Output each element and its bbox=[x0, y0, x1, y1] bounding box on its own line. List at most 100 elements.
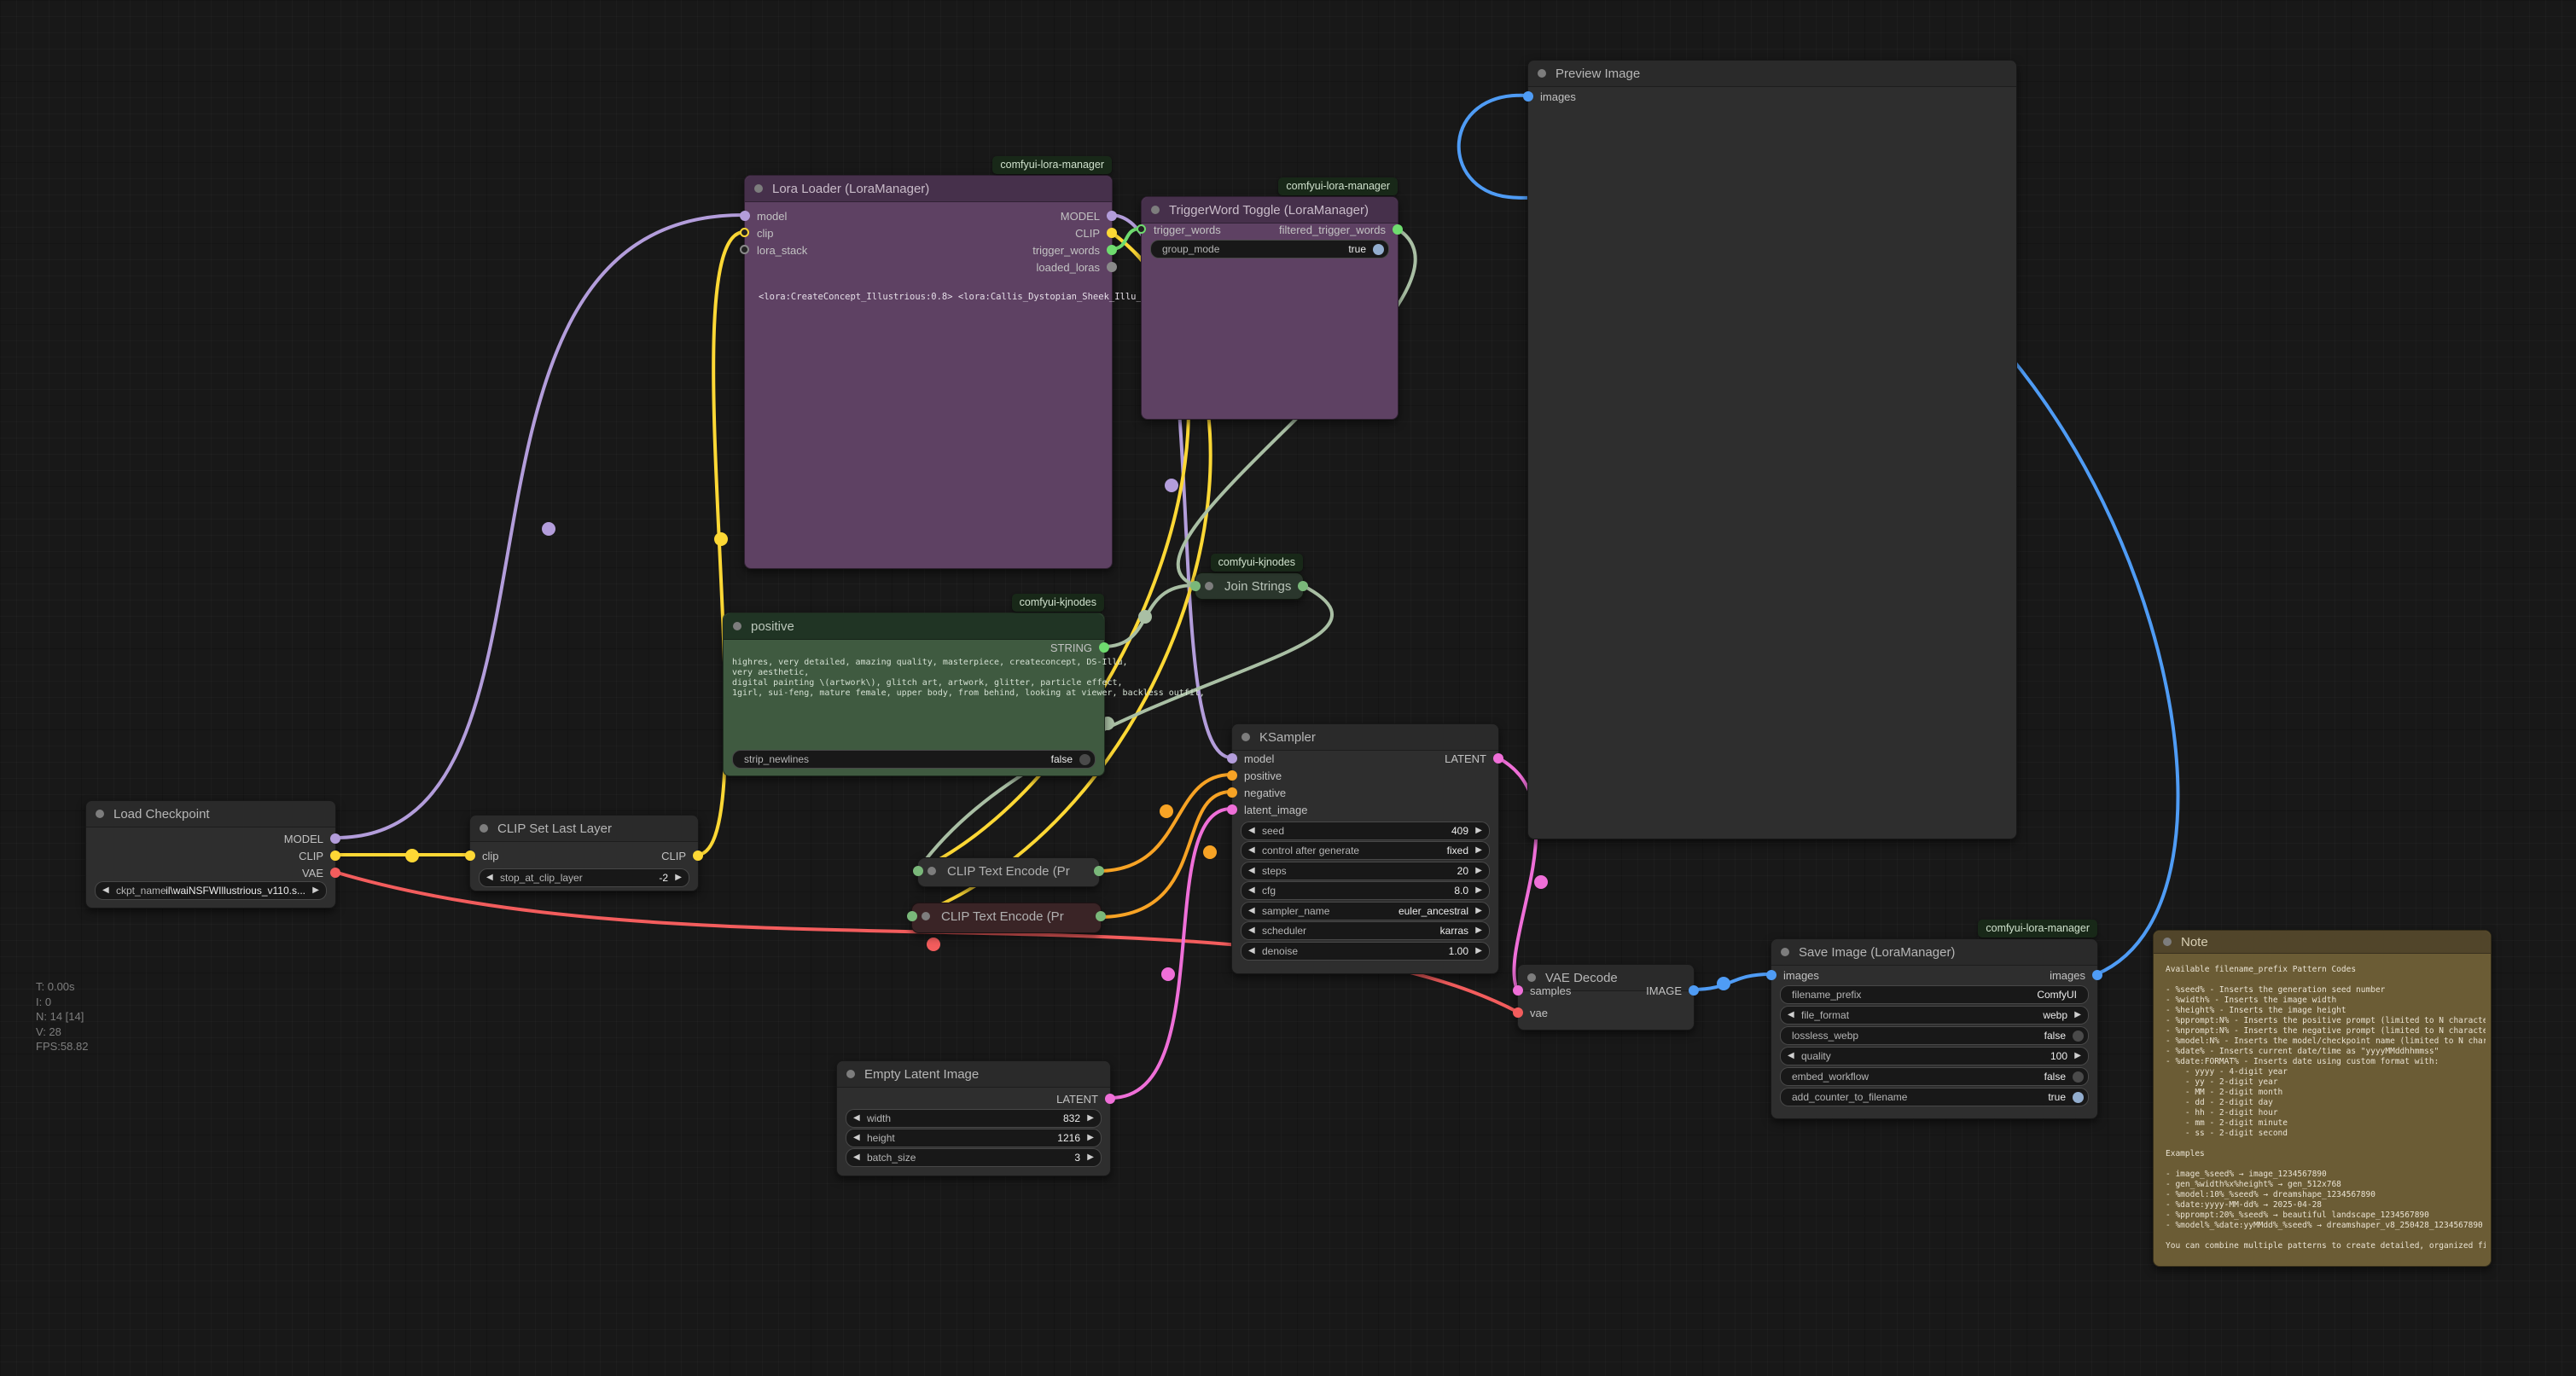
widget-height[interactable]: ◀▶height1216 bbox=[846, 1129, 1102, 1147]
reroute-dot-encode-neg-to-ksampler[interactable] bbox=[1203, 845, 1217, 859]
output-dot-vae[interactable] bbox=[330, 868, 340, 878]
collapse-dot[interactable] bbox=[1538, 69, 1546, 78]
combo-left-arrow-icon[interactable]: ◀ bbox=[1248, 845, 1255, 855]
input-dot-vae[interactable] bbox=[1513, 1007, 1523, 1018]
widget-batch-size[interactable]: ◀▶batch_size3 bbox=[846, 1148, 1102, 1167]
combo-right-arrow-icon[interactable]: ▶ bbox=[1087, 1113, 1094, 1123]
combo-right-arrow-icon[interactable]: ▶ bbox=[312, 885, 319, 895]
output-dot-model[interactable] bbox=[330, 833, 340, 844]
combo-left-arrow-icon[interactable]: ◀ bbox=[853, 1113, 860, 1123]
combo-right-arrow-icon[interactable]: ▶ bbox=[1475, 885, 1482, 895]
reroute-dot-encode-pos-to-ksampler[interactable] bbox=[1160, 804, 1173, 818]
node-header-clip-set-last-layer[interactable]: CLIP Set Last Layer bbox=[470, 816, 698, 842]
collapse-dot[interactable] bbox=[2163, 938, 2172, 946]
combo-right-arrow-icon[interactable]: ▶ bbox=[1475, 866, 1482, 875]
collapsed-input-dot[interactable] bbox=[913, 866, 923, 876]
collapse-dot[interactable] bbox=[846, 1070, 855, 1078]
combo-left-arrow-icon[interactable]: ◀ bbox=[853, 1133, 860, 1142]
toggle-knob[interactable] bbox=[1373, 244, 1384, 255]
output-dot-images[interactable] bbox=[2092, 970, 2102, 980]
combo-left-arrow-icon[interactable]: ◀ bbox=[102, 885, 109, 895]
combo-right-arrow-icon[interactable]: ▶ bbox=[2074, 1051, 2081, 1060]
collapse-dot[interactable] bbox=[922, 912, 930, 920]
node-header-ksampler[interactable]: KSampler bbox=[1232, 724, 1498, 751]
widget-cfg[interactable]: ◀▶cfg8.0 bbox=[1241, 881, 1490, 900]
combo-left-arrow-icon[interactable]: ◀ bbox=[486, 873, 493, 882]
input-dot-trigger-words[interactable] bbox=[1137, 224, 1146, 234]
node-save-image[interactable]: comfyui-lora-managerSave Image (LoraMana… bbox=[1771, 938, 2098, 1119]
widget-seed[interactable]: ◀▶seed409 bbox=[1241, 822, 1490, 840]
input-dot-images[interactable] bbox=[1766, 970, 1776, 980]
combo-left-arrow-icon[interactable]: ◀ bbox=[1248, 826, 1255, 835]
widget-ckpt-name[interactable]: ◀▶ckpt_nameil\waiNSFWIllustrious_v110.s.… bbox=[95, 881, 327, 900]
toggle-knob[interactable] bbox=[2073, 1031, 2084, 1042]
node-clip-set-last-layer[interactable]: CLIP Set Last LayerclipCLIP◀▶stop_at_cli… bbox=[469, 815, 699, 891]
reroute-dot-latent-to-ksampler[interactable] bbox=[1161, 967, 1175, 981]
node-vae-decode[interactable]: VAE DecodesamplesvaeIMAGE bbox=[1517, 964, 1695, 1031]
node-header-positive-prompt[interactable]: positive bbox=[724, 613, 1104, 640]
input-dot-clip[interactable] bbox=[465, 851, 475, 861]
node-header-preview-image[interactable]: Preview Image bbox=[1528, 61, 2016, 87]
widget-steps[interactable]: ◀▶steps20 bbox=[1241, 862, 1490, 880]
widget-file-format[interactable]: ◀▶file_formatwebp bbox=[1780, 1006, 2089, 1025]
collapsed-output-dot[interactable] bbox=[1096, 911, 1106, 921]
combo-right-arrow-icon[interactable]: ▶ bbox=[1087, 1152, 1094, 1162]
node-header-triggerword-toggle[interactable]: TriggerWord Toggle (LoraManager) bbox=[1142, 197, 1398, 224]
collapse-dot[interactable] bbox=[1151, 206, 1160, 214]
widget-scheduler[interactable]: ◀▶schedulerkarras bbox=[1241, 921, 1490, 940]
node-header-save-image[interactable]: Save Image (LoraManager) bbox=[1771, 939, 2097, 966]
output-dot-model[interactable] bbox=[1107, 211, 1117, 221]
widget-embed-workflow[interactable]: embed_workflowfalse bbox=[1780, 1067, 2089, 1086]
combo-right-arrow-icon[interactable]: ▶ bbox=[1475, 926, 1482, 935]
combo-left-arrow-icon[interactable]: ◀ bbox=[1248, 926, 1255, 935]
widget-control-after-generate[interactable]: ◀▶control after generatefixed bbox=[1241, 841, 1490, 860]
widget-quality[interactable]: ◀▶quality100 bbox=[1780, 1047, 2089, 1065]
output-dot-latent[interactable] bbox=[1493, 753, 1503, 763]
combo-right-arrow-icon[interactable]: ▶ bbox=[1475, 906, 1482, 915]
node-note[interactable]: Note Available filename_prefix Pattern Co… bbox=[2153, 930, 2492, 1267]
widget-add-counter-to-filename[interactable]: add_counter_to_filenametrue bbox=[1780, 1088, 2089, 1106]
collapsed-input-dot[interactable] bbox=[907, 911, 917, 921]
combo-left-arrow-icon[interactable]: ◀ bbox=[1248, 885, 1255, 895]
widget-denoise[interactable]: ◀▶denoise1.00 bbox=[1241, 942, 1490, 961]
node-join-strings[interactable]: comfyui-kjnodesJoin Strings bbox=[1195, 572, 1304, 600]
node-ksampler[interactable]: KSamplermodelpositivenegativelatent_imag… bbox=[1231, 723, 1499, 974]
widget-stop-at-clip-layer[interactable]: ◀▶stop_at_clip_layer-2 bbox=[479, 868, 689, 887]
widget-strip-newlines[interactable]: strip_newlinesfalse bbox=[732, 750, 1096, 769]
positive-prompt-text[interactable]: highres, very detailed, amazing quality,… bbox=[732, 658, 1205, 699]
collapse-dot[interactable] bbox=[480, 824, 488, 833]
input-dot-model[interactable] bbox=[1227, 753, 1237, 763]
node-empty-latent-image[interactable]: Empty Latent ImageLATENT◀▶width832◀▶heig… bbox=[836, 1060, 1111, 1176]
lora-loader-text[interactable]: <lora:CreateConcept_Illustrious:0.8> <lo… bbox=[759, 291, 1207, 303]
reroute-dot-positive-string-to-joinstrings[interactable] bbox=[1138, 610, 1152, 624]
reroute-dot-clipset-to-lora-clip[interactable] bbox=[714, 532, 728, 546]
toggle-knob[interactable] bbox=[2073, 1071, 2084, 1083]
input-dot-model[interactable] bbox=[740, 211, 750, 221]
widget-sampler-name[interactable]: ◀▶sampler_nameeuler_ancestral bbox=[1241, 902, 1490, 920]
toggle-knob[interactable] bbox=[2073, 1092, 2084, 1103]
combo-left-arrow-icon[interactable]: ◀ bbox=[1248, 906, 1255, 915]
collapse-dot[interactable] bbox=[1205, 582, 1213, 590]
note-text[interactable]: Available filename_prefix Pattern Codes … bbox=[2166, 965, 2486, 1261]
node-header-note[interactable]: Note bbox=[2154, 931, 2491, 954]
reroute-dot-ckpt-clip-to-clipset[interactable] bbox=[405, 849, 419, 862]
input-dot-latent-image[interactable] bbox=[1227, 804, 1237, 815]
node-header-empty-latent-image[interactable]: Empty Latent Image bbox=[837, 1061, 1110, 1088]
combo-right-arrow-icon[interactable]: ▶ bbox=[1475, 826, 1482, 835]
input-dot-negative[interactable] bbox=[1227, 787, 1237, 798]
combo-left-arrow-icon[interactable]: ◀ bbox=[1788, 1010, 1794, 1019]
input-dot-images[interactable] bbox=[1523, 91, 1533, 102]
widget-filename-prefix[interactable]: filename_prefixComfyUI bbox=[1780, 985, 2089, 1004]
output-dot-latent[interactable] bbox=[1105, 1094, 1115, 1104]
combo-left-arrow-icon[interactable]: ◀ bbox=[1788, 1051, 1794, 1060]
combo-right-arrow-icon[interactable]: ▶ bbox=[1087, 1133, 1094, 1142]
collapse-dot[interactable] bbox=[927, 867, 936, 875]
output-dot-trigger-words[interactable] bbox=[1107, 245, 1117, 255]
comfyui-canvas[interactable]: Load CheckpointMODELCLIPVAE◀▶ckpt_nameil… bbox=[0, 0, 2576, 1376]
collapse-dot[interactable] bbox=[1241, 733, 1250, 741]
collapsed-input-dot[interactable] bbox=[1190, 581, 1201, 591]
combo-right-arrow-icon[interactable]: ▶ bbox=[2074, 1010, 2081, 1019]
output-dot-clip[interactable] bbox=[693, 851, 703, 861]
widget-width[interactable]: ◀▶width832 bbox=[846, 1109, 1102, 1128]
toggle-knob[interactable] bbox=[1079, 754, 1090, 765]
